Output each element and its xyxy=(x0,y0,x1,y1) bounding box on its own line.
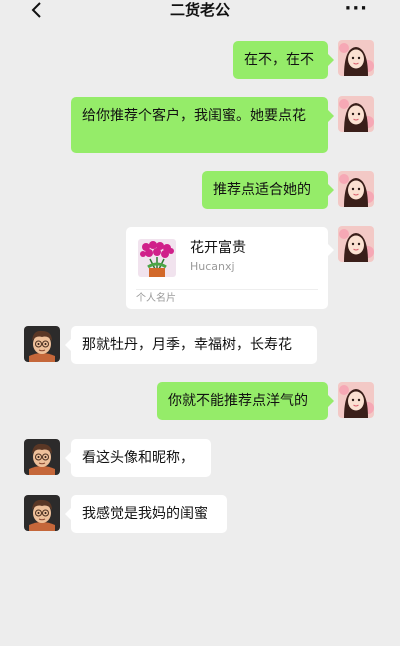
my-avatar[interactable] xyxy=(338,96,374,132)
message-bubble-7[interactable]: 看这头像和昵称， xyxy=(71,439,211,477)
message-bubble-2[interactable]: 给你推荐个客户，我闺蜜。她要点花 xyxy=(71,97,328,153)
contact-avatar[interactable] xyxy=(24,326,60,362)
message-text: 看这头像和昵称， xyxy=(82,450,194,466)
contact-avatar xyxy=(138,239,176,277)
message-bubble-1[interactable]: 在不，在不 xyxy=(233,41,328,79)
chat-header: 二货老公 ··· xyxy=(0,0,400,26)
message-text: 那就牡丹，月季，幸福树，长寿花 xyxy=(82,337,292,353)
my-avatar[interactable] xyxy=(338,171,374,207)
message-bubble-8[interactable]: 我感觉是我妈的闺蜜 xyxy=(71,495,227,533)
my-avatar[interactable] xyxy=(338,226,374,262)
bubble-tail xyxy=(328,244,334,256)
message-text: 在不，在不 xyxy=(244,52,314,68)
message-text: 你就不能推荐点洋气的 xyxy=(168,393,308,409)
message-bubble-5[interactable]: 那就牡丹，月季，幸福树，长寿花 xyxy=(71,326,317,364)
bubble-tail xyxy=(328,110,334,122)
contact-avatar[interactable] xyxy=(24,439,60,475)
message-text: 我感觉是我妈的闺蜜 xyxy=(82,506,208,522)
contact-name: 花开富贵 xyxy=(190,240,246,256)
contact-card[interactable]: 花开富贵 Hucanxj 个人名片 xyxy=(126,227,328,309)
contact-id: Hucanxj xyxy=(190,260,235,273)
message-text: 推荐点适合她的 xyxy=(213,182,311,198)
bubble-tail xyxy=(328,395,334,407)
bubble-tail xyxy=(328,54,334,66)
message-bubble-6[interactable]: 你就不能推荐点洋气的 xyxy=(157,382,328,420)
more-options-icon[interactable]: ··· xyxy=(344,0,368,18)
card-type-label: 个人名片 xyxy=(136,293,176,304)
message-bubble-3[interactable]: 推荐点适合她的 xyxy=(202,171,328,209)
my-avatar[interactable] xyxy=(338,382,374,418)
message-text: 给你推荐个客户，我闺蜜。她要点花 xyxy=(82,108,306,124)
contact-avatar[interactable] xyxy=(24,495,60,531)
chat-title: 二货老公 xyxy=(169,1,230,19)
card-divider xyxy=(136,289,318,290)
my-avatar[interactable] xyxy=(338,40,374,76)
bubble-tail xyxy=(328,184,334,196)
